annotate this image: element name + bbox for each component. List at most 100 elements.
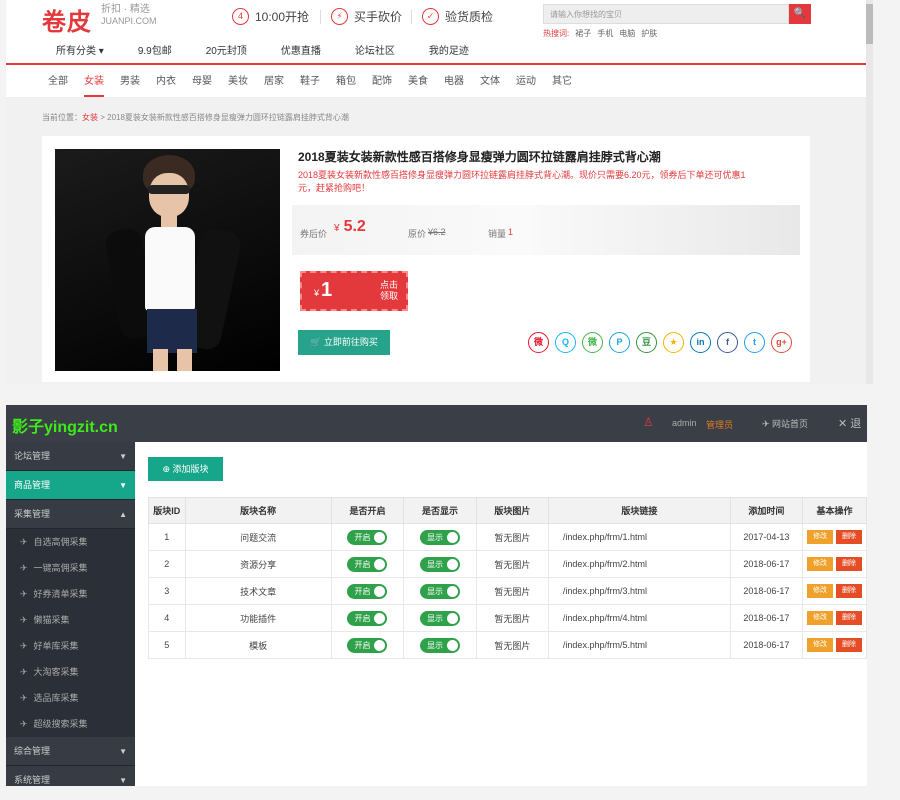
delete-button[interactable]: 删除 (836, 611, 863, 625)
send-icon: ✈ (20, 667, 28, 677)
category-tab[interactable]: 男装 (120, 65, 140, 97)
sidebar-item[interactable]: ✈ 好券清单采集 (6, 581, 135, 607)
category-tab[interactable]: 美食 (408, 65, 428, 97)
board-name: 功能插件 (184, 604, 332, 632)
category-tab[interactable]: 运动 (516, 65, 536, 97)
sidebar-item[interactable]: ✈ 好单库采集 (6, 633, 135, 659)
pinterest-icon[interactable]: P (609, 332, 630, 353)
scrollbar-thumb[interactable] (866, 4, 873, 44)
promo-flash-sale[interactable]: 4 10:00开抢 (232, 8, 309, 25)
sidebar-item[interactable]: 采集管理 ▲ (6, 500, 135, 529)
hot-word[interactable]: 手机 (597, 28, 613, 39)
scrollbar[interactable] (866, 0, 873, 384)
sidebar-item[interactable]: ✈ 懒猫采集 (6, 607, 135, 633)
nav-history[interactable]: 我的足迹 (429, 38, 469, 63)
edit-button[interactable]: 修改 (807, 557, 834, 571)
search-input[interactable]: 请输入你想找的宝贝 (543, 4, 789, 24)
promo-inspection[interactable]: ✓ 验货质检 (422, 8, 493, 25)
nav-forum[interactable]: 论坛社区 (355, 38, 395, 63)
hot-word[interactable]: 裙子 (575, 28, 591, 39)
show-toggle[interactable]: 显示 (420, 556, 461, 572)
category-tab[interactable]: 内衣 (156, 65, 176, 97)
show-toggle[interactable]: 显示 (420, 583, 461, 599)
show-cell: 显示 (403, 550, 477, 578)
site-home-link[interactable]: ✈ 网站首页 (762, 417, 808, 430)
shop-logo[interactable]: 卷皮 (42, 2, 92, 37)
edit-button[interactable]: 修改 (807, 584, 834, 598)
coupon-price-label: 券后价 (300, 229, 328, 239)
edit-button[interactable]: 修改 (807, 611, 834, 625)
category-tab[interactable]: 女装 (84, 65, 104, 97)
board-link[interactable]: /index.php/frm/3.html (547, 577, 731, 605)
board-link[interactable]: /index.php/frm/2.html (547, 550, 731, 578)
sidebar-item[interactable]: 论坛管理 ▼ (6, 442, 135, 471)
coupon-button[interactable]: ¥1 点击领取 (300, 271, 408, 311)
open-toggle[interactable]: 开启 (347, 583, 388, 599)
breadcrumb-category[interactable]: 女装 (82, 113, 98, 122)
category-tab[interactable]: 全部 (48, 65, 68, 97)
sidebar-item[interactable]: ✈ 自选高佣采集 (6, 529, 135, 555)
sidebar-item-label: 超级搜索采集 (33, 719, 88, 729)
nav-20-cap[interactable]: 20元封顶 (206, 38, 247, 63)
user-name[interactable]: admin (672, 418, 697, 428)
show-toggle[interactable]: 显示 (420, 637, 461, 653)
category-tab[interactable]: 配饰 (372, 65, 392, 97)
sidebar-item[interactable]: 综合管理 ▼ (6, 737, 135, 766)
sidebar-item[interactable]: 系统管理 ▼ (6, 766, 135, 786)
nav-9-9[interactable]: 9.9包邮 (138, 38, 172, 63)
category-tab[interactable]: 母婴 (192, 65, 212, 97)
search-button[interactable]: 🔍 (789, 4, 811, 24)
sidebar-item[interactable]: 商品管理 ▼ (6, 471, 135, 500)
linkedin-icon[interactable]: in (690, 332, 711, 353)
category-tab[interactable]: 居家 (264, 65, 284, 97)
board-link[interactable]: /index.php/frm/4.html (547, 604, 731, 632)
category-tab[interactable]: 美妆 (228, 65, 248, 97)
logo-slogan: 折扣 · 精选 (101, 4, 150, 15)
sidebar-item[interactable]: ✈ 大淘客采集 (6, 659, 135, 685)
sidebar-item[interactable]: ✈ 一键高佣采集 (6, 555, 135, 581)
nav-all-categories[interactable]: 所有分类 ▾ (56, 38, 104, 63)
hot-word[interactable]: 护肤 (641, 28, 657, 39)
delete-button[interactable]: 删除 (836, 638, 863, 652)
product-image[interactable] (55, 149, 280, 371)
hot-search-label: 热搜词: (543, 29, 570, 38)
hot-word[interactable]: 电脑 (619, 28, 635, 39)
edit-button[interactable]: 修改 (807, 530, 834, 544)
qq-icon[interactable]: Q (555, 332, 576, 353)
logout-button[interactable]: ✕ 退 (838, 415, 861, 431)
sidebar-item[interactable]: ✈ 超级搜索采集 (6, 711, 135, 737)
show-cell: 显示 (403, 604, 477, 632)
add-board-button[interactable]: ⊕ 添加版块 (148, 457, 223, 481)
nav-live-deals[interactable]: 优惠直播 (281, 38, 321, 63)
sidebar-item[interactable]: ✈ 选品库采集 (6, 685, 135, 711)
twitter-icon[interactable]: t (744, 332, 765, 353)
category-tab[interactable]: 电器 (444, 65, 464, 97)
open-toggle[interactable]: 开启 (347, 556, 388, 572)
edit-button[interactable]: 修改 (807, 638, 834, 652)
category-tab[interactable]: 其它 (552, 65, 572, 97)
googleplus-icon[interactable]: g+ (771, 332, 792, 353)
admin-logo[interactable]: 影子yingzit.cn (12, 413, 118, 437)
buy-now-button[interactable]: 🛒 立即前往购买 (298, 330, 390, 355)
douban-icon[interactable]: 豆 (636, 332, 657, 353)
category-tab[interactable]: 文体 (480, 65, 500, 97)
delete-button[interactable]: 删除 (836, 584, 863, 598)
delete-button[interactable]: 删除 (836, 530, 863, 544)
board-link[interactable]: /index.php/frm/1.html (547, 523, 731, 551)
wechat-icon[interactable]: 微 (582, 332, 603, 353)
category-tab[interactable]: 箱包 (336, 65, 356, 97)
category-tab[interactable]: 鞋子 (300, 65, 320, 97)
facebook-icon[interactable]: f (717, 332, 738, 353)
open-toggle[interactable]: 开启 (347, 529, 388, 545)
open-toggle[interactable]: 开启 (347, 637, 388, 653)
product-title: 2018夏装女装新款性感百搭修身显瘦弹力圆环拉链露肩挂脖式背心潮 (298, 150, 661, 164)
star-icon[interactable]: ★ (663, 332, 684, 353)
weibo-icon[interactable]: 微 (528, 332, 549, 353)
delete-button[interactable]: 删除 (836, 557, 863, 571)
show-toggle[interactable]: 显示 (420, 529, 461, 545)
promo-bargain[interactable]: ⚡ 买手砍价 (331, 8, 402, 25)
board-link[interactable]: /index.php/frm/5.html (547, 631, 731, 659)
show-toggle[interactable]: 显示 (420, 610, 461, 626)
open-toggle[interactable]: 开启 (347, 610, 388, 626)
site-home-label: 网站首页 (772, 419, 809, 429)
